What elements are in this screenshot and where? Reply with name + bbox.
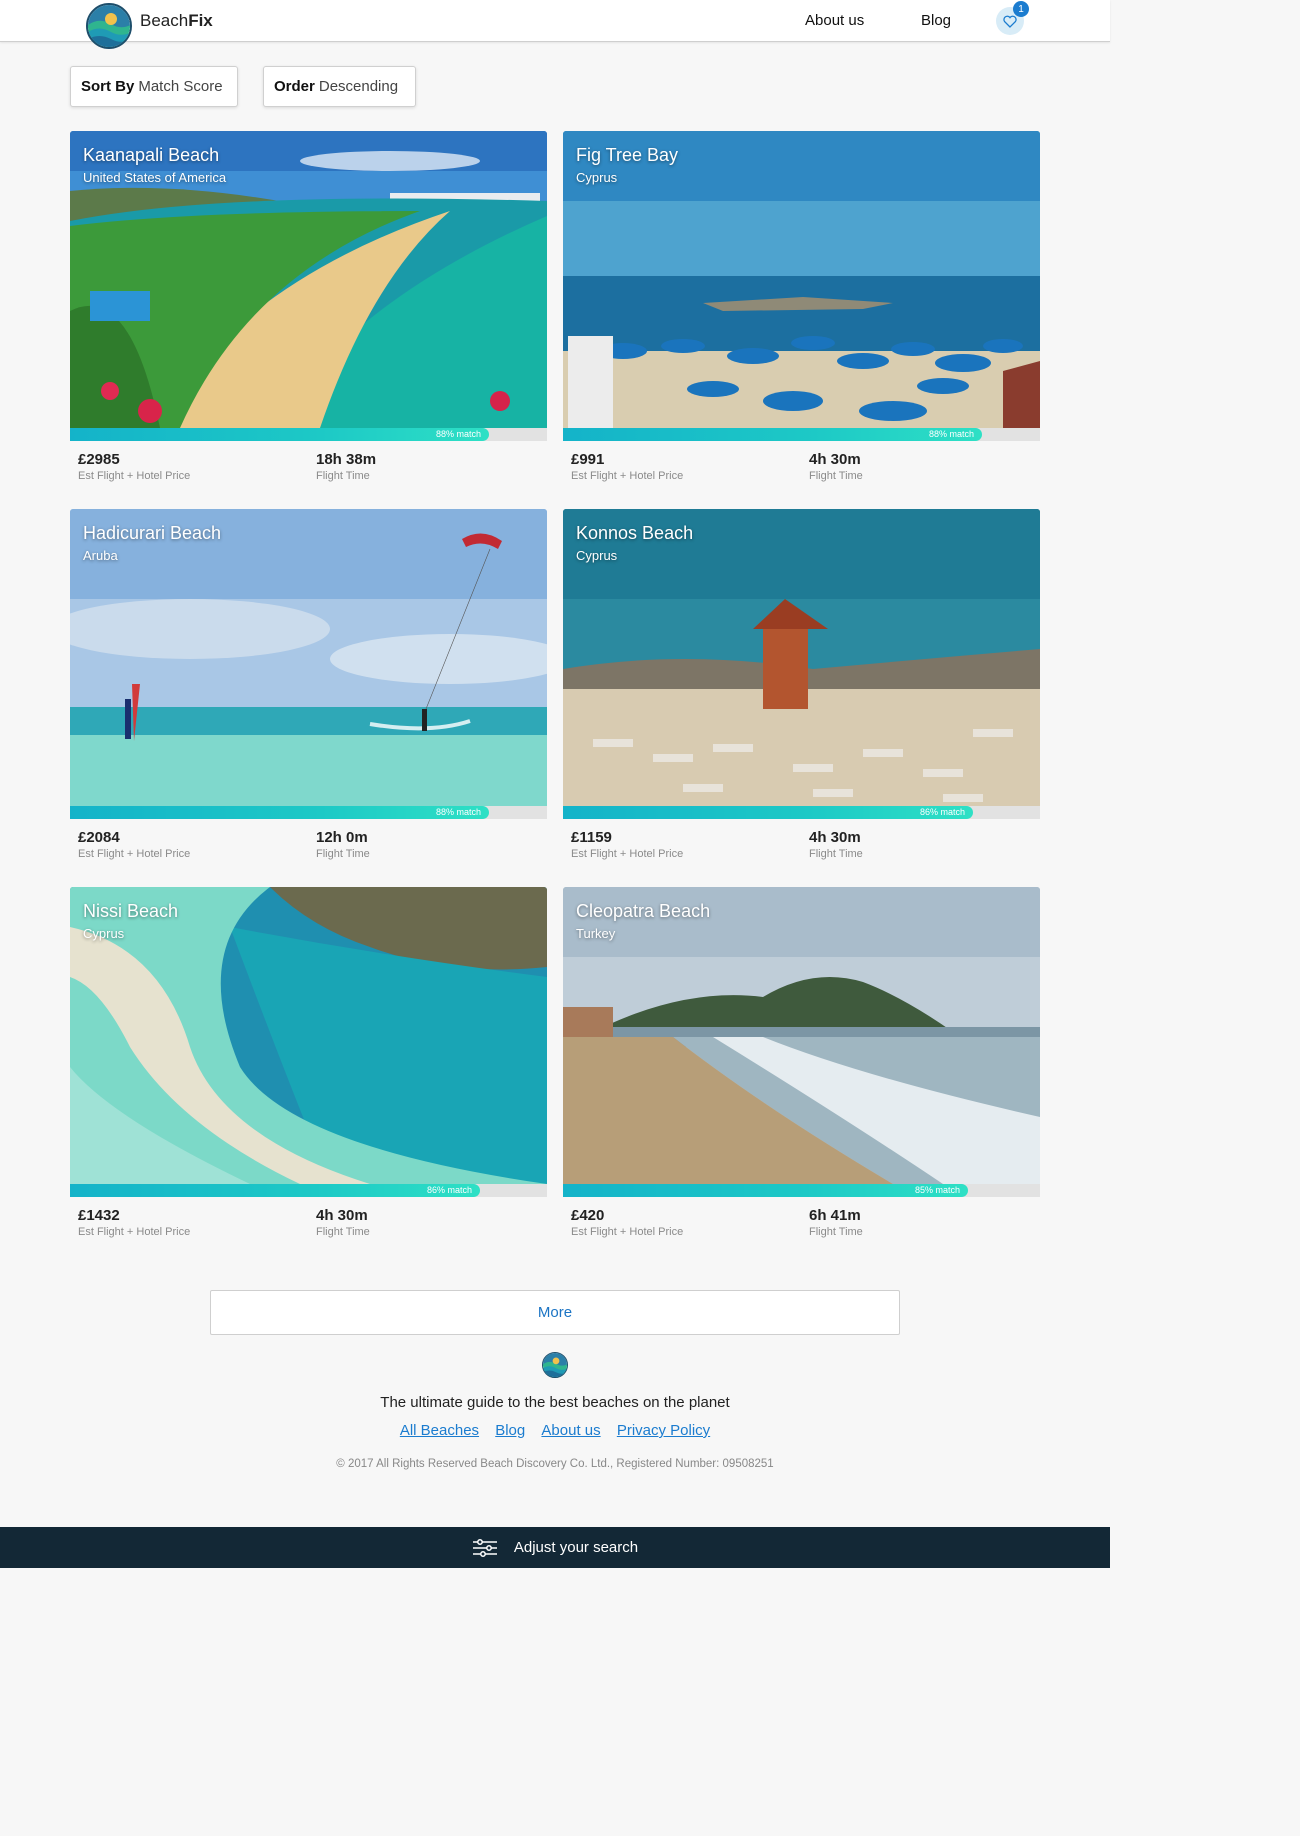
nav-about-us-link[interactable]: About us: [805, 12, 864, 29]
beach-photo[interactable]: Kaanapali Beach United States of America: [70, 131, 547, 428]
beach-country: Cyprus: [576, 170, 618, 185]
beach-name: Hadicurari Beach: [83, 523, 222, 543]
adjust-search-bar[interactable]: Adjust your search: [0, 1527, 1110, 1568]
match-score-bar: 86% match: [70, 1184, 547, 1197]
match-score-fill: 86% match: [70, 1184, 480, 1197]
flight-time-value: 4h 30m: [809, 829, 861, 846]
beach-photo[interactable]: Fig Tree Bay Cyprus: [563, 131, 1040, 428]
footer-logo-icon: [542, 1352, 568, 1378]
beach-name: Cleopatra Beach: [576, 901, 711, 921]
match-score-text: 88% match: [928, 429, 974, 439]
footer-link-about-us[interactable]: About us: [541, 1422, 600, 1439]
order-label: Order: [274, 78, 315, 95]
beach-name: Nissi Beach: [83, 901, 179, 921]
match-score-fill: 88% match: [563, 428, 982, 441]
beach-card[interactable]: Konnos Beach Cyprus 86% match £1159 Est …: [563, 509, 1040, 869]
footer-link-privacy-policy[interactable]: Privacy Policy: [617, 1422, 710, 1439]
footer-link-all-beaches[interactable]: All Beaches: [400, 1422, 479, 1439]
price-label: Est Flight + Hotel Price: [571, 848, 684, 860]
beach-country: Cyprus: [576, 548, 618, 563]
beach-photo[interactable]: Cleopatra Beach Turkey: [563, 887, 1040, 1184]
favorites-count-badge: 1: [1013, 1, 1029, 17]
flight-time-value: 4h 30m: [316, 1207, 368, 1224]
match-score-text: 86% match: [919, 807, 965, 817]
flight-time-label: Flight Time: [809, 1226, 863, 1238]
sort-by-label: Sort By: [81, 78, 135, 95]
sliders-icon: [472, 1538, 498, 1557]
price-label: Est Flight + Hotel Price: [571, 470, 684, 482]
match-score-bar: 88% match: [70, 428, 547, 441]
adjust-search-label: Adjust your search: [513, 1539, 639, 1556]
match-score-bar: 88% match: [70, 806, 547, 819]
match-score-fill: 86% match: [563, 806, 973, 819]
flight-time-value: 12h 0m: [316, 829, 368, 846]
sort-by-dropdown[interactable]: Sort By Match Score: [70, 66, 238, 107]
match-score-bar: 88% match: [563, 428, 1040, 441]
beach-country: United States of America: [83, 170, 227, 185]
beach-country: Aruba: [83, 548, 118, 563]
price-value: £420: [571, 1207, 605, 1224]
flight-time-value: 6h 41m: [809, 1207, 861, 1224]
beach-country: Turkey: [576, 926, 616, 941]
heart-icon: [1003, 15, 1017, 28]
match-score-fill: 88% match: [70, 806, 489, 819]
order-dropdown[interactable]: Order Descending: [263, 66, 416, 107]
price-label: Est Flight + Hotel Price: [78, 470, 191, 482]
order-value: Descending: [318, 78, 399, 95]
match-score-text: 88% match: [435, 807, 481, 817]
footer-link-blog[interactable]: Blog: [495, 1422, 525, 1439]
beach-card[interactable]: Hadicurari Beach Aruba 88% match £2084 E…: [70, 509, 547, 869]
price-value: £2084: [78, 829, 120, 846]
more-button[interactable]: More: [210, 1290, 900, 1335]
beach-card[interactable]: Cleopatra Beach Turkey 85% match £420 Es…: [563, 887, 1040, 1247]
beach-card[interactable]: Fig Tree Bay Cyprus 88% match £991 Est F…: [563, 131, 1040, 491]
flight-time-value: 4h 30m: [809, 451, 861, 468]
match-score-text: 86% match: [426, 1185, 472, 1195]
nav-blog-link[interactable]: Blog: [921, 12, 951, 29]
brand-logo-icon[interactable]: [86, 3, 132, 49]
price-value: £991: [571, 451, 605, 468]
flight-time-label: Flight Time: [809, 470, 863, 482]
footer-links: All Beaches Blog About us Privacy Policy: [0, 1422, 1110, 1439]
price-value: £2985: [78, 451, 120, 468]
top-header: BeachFix About us Blog 1: [0, 0, 1110, 49]
beach-name: Konnos Beach: [576, 523, 694, 543]
match-score-text: 85% match: [914, 1185, 960, 1195]
price-label: Est Flight + Hotel Price: [78, 1226, 191, 1238]
flight-time-value: 18h 38m: [316, 451, 377, 468]
match-score-bar: 86% match: [563, 806, 1040, 819]
price-label: Est Flight + Hotel Price: [78, 848, 191, 860]
beach-name: Fig Tree Bay: [576, 145, 679, 165]
sort-by-value: Match Score: [138, 78, 223, 95]
beach-photo[interactable]: Nissi Beach Cyprus: [70, 887, 547, 1184]
flight-time-label: Flight Time: [316, 1226, 370, 1238]
beach-country: Cyprus: [83, 926, 125, 941]
price-value: £1432: [78, 1207, 120, 1224]
brand-name[interactable]: BeachFix: [140, 11, 213, 31]
match-score-text: 88% match: [435, 429, 481, 439]
match-score-fill: 88% match: [70, 428, 489, 441]
beach-card[interactable]: Kaanapali Beach United States of America…: [70, 131, 547, 491]
match-score-fill: 85% match: [563, 1184, 968, 1197]
flight-time-label: Flight Time: [316, 470, 370, 482]
match-score-bar: 85% match: [563, 1184, 1040, 1197]
price-label: Est Flight + Hotel Price: [571, 1226, 684, 1238]
footer-tagline: The ultimate guide to the best beaches o…: [380, 1394, 730, 1411]
beach-name: Kaanapali Beach: [83, 145, 220, 165]
flight-time-label: Flight Time: [316, 848, 370, 860]
beach-photo[interactable]: Konnos Beach Cyprus: [563, 509, 1040, 806]
beach-photo[interactable]: Hadicurari Beach Aruba: [70, 509, 547, 806]
copyright-text: © 2017 All Rights Reserved Beach Discove…: [336, 1458, 774, 1470]
price-value: £1159: [571, 829, 612, 846]
flight-time-label: Flight Time: [809, 848, 863, 860]
beach-card[interactable]: Nissi Beach Cyprus 86% match £1432 Est F…: [70, 887, 547, 1247]
